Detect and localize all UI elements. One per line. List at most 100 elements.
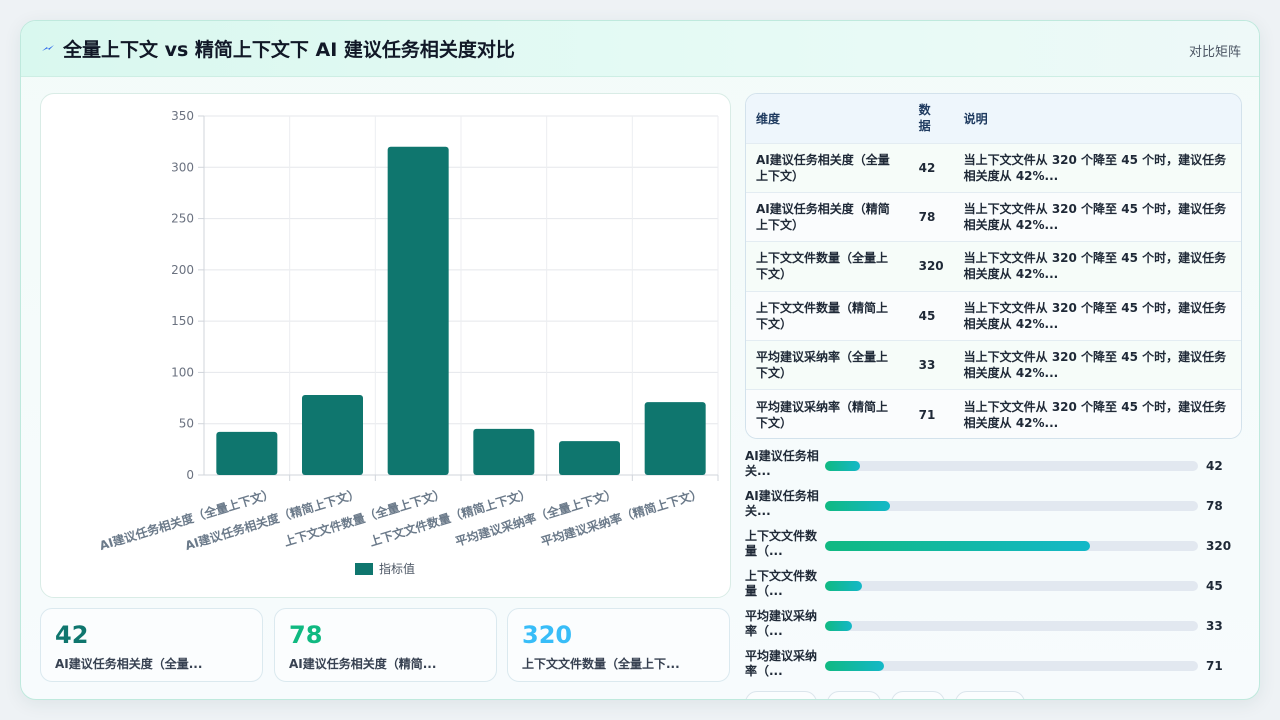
progress-row: AI建议任务相关... 42 (745, 449, 1245, 485)
progress-track (825, 501, 1198, 511)
cell-value: 78 (918, 210, 936, 225)
bar-chart: 050100150200250300350AI建议任务相关度（全量上下文）AI建… (98, 109, 719, 576)
legend-label: 指标值 (379, 561, 415, 576)
progress-row: 平均建议采纳率（... 33 (745, 609, 1245, 645)
column-header-value: 数据 (909, 94, 954, 143)
progress-row: AI建议任务相关... 78 (745, 489, 1245, 525)
stat-value: 320 (522, 621, 573, 649)
table-row: 平均建议采纳率（精简上下文） 71 当上下文文件从 320 个降至 45 个时，… (746, 389, 1241, 438)
column-header-dimension: 维度 (756, 111, 781, 126)
page-title: 全量上下文 vs 精简上下文下 AI 建议任务相关度对比 (63, 39, 515, 61)
cell-value: 71 (918, 407, 936, 422)
progress-value: 71 (1206, 659, 1223, 673)
stat-value: 78 (289, 621, 323, 649)
progress-label: AI建议任务相关... (745, 489, 819, 518)
progress-value: 320 (1206, 539, 1232, 553)
stat-label: 上下文文件数量（全量上下... (522, 657, 680, 671)
progress-value: 45 (1206, 579, 1223, 593)
bar (387, 146, 449, 475)
table-row: AI建议任务相关度（精简上下文） 78 当上下文文件从 320 个降至 45 个… (746, 192, 1241, 242)
cell-note: 当上下文文件从 320 个降至 45 个时，建议任务相关度从 42%... (963, 202, 1227, 233)
x-tick-label: 上下文文件数量（全量上下文） (282, 486, 447, 549)
progress-value: 33 (1206, 619, 1223, 633)
filter-chip[interactable] (955, 691, 1025, 699)
y-tick-label: 200 (171, 263, 194, 277)
bar (644, 402, 706, 475)
progress-label: 上下文文件数量（... (745, 569, 818, 598)
cell-value: 33 (918, 358, 936, 373)
table-row: AI建议任务相关度（全量上下文） 42 当上下文文件从 320 个降至 45 个… (746, 143, 1241, 193)
stat-card-1: 42 AI建议任务相关度（全量... (40, 608, 263, 682)
cell-dimension: AI建议任务相关度（全量上下文） (756, 152, 890, 183)
table-row: 上下文文件数量（精简上下文） 45 当上下文文件从 320 个降至 45 个时，… (746, 291, 1241, 341)
bar (559, 441, 620, 475)
lightning-icon (42, 45, 54, 51)
progress-fill (825, 581, 863, 591)
cell-dimension: AI建议任务相关度（精简上下文） (756, 202, 890, 233)
y-tick-label: 350 (171, 109, 194, 123)
progress-fill (825, 541, 1091, 551)
column-header-note: 说明 (963, 111, 988, 126)
cell-dimension: 平均建议采纳率（全量上下文） (756, 350, 889, 381)
cell-value: 45 (918, 308, 936, 323)
progress-fill (825, 461, 860, 471)
table-row: 平均建议采纳率（全量上下文） 33 当上下文文件从 320 个降至 45 个时，… (746, 340, 1241, 390)
stat-card-2: 78 AI建议任务相关度（精简... (274, 608, 497, 682)
comparison-table: 维度 数据 说明 AI建议任务相关度（全量上下文） 42 当上下文文件从 320… (745, 93, 1242, 439)
filter-chip[interactable] (745, 691, 817, 699)
cell-dimension: 上下文文件数量（精简上下文） (756, 300, 889, 331)
progress-row: 上下文文件数量（... 320 (745, 529, 1245, 565)
y-tick-label: 150 (171, 314, 194, 328)
cell-note: 当上下文文件从 320 个降至 45 个时，建议任务相关度从 42%... (963, 300, 1227, 331)
cell-dimension: 平均建议采纳率（精简上下文） (756, 399, 889, 430)
x-tick-label: 平均建议采纳率（精简上下文） (539, 486, 704, 549)
matrix-label[interactable]: 对比矩阵 (1189, 41, 1241, 60)
progress-value: 78 (1206, 499, 1223, 513)
y-tick-label: 250 (171, 212, 194, 226)
progress-label: 上下文文件数量（... (745, 529, 818, 558)
progress-fill (825, 621, 853, 631)
progress-track (825, 541, 1198, 551)
y-tick-label: 300 (171, 160, 194, 174)
stat-label: AI建议任务相关度（精简... (289, 657, 437, 671)
progress-row: 平均建议采纳率（... 71 (745, 649, 1245, 685)
column-header-value-text: 数据 (918, 103, 931, 134)
progress-label: 平均建议采纳率（... (745, 609, 818, 638)
stat-card-3: 320 上下文文件数量（全量上下... (507, 608, 730, 682)
x-tick-label: 上下文文件数量（精简上下文） (368, 486, 533, 549)
dashboard-card: 全量上下文 vs 精简上下文下 AI 建议任务相关度对比 对比矩阵 0 50 100… (20, 20, 1260, 700)
bar (302, 394, 363, 475)
bar-chart-panel: 0 50 100 150 200 250 300 350 AI建议任务相关度（全量上下文） AI建… (40, 93, 731, 598)
cell-note: 当上下文文件从 320 个降至 45 个时，建议任务相关度从 42%... (963, 152, 1227, 183)
progress-track (825, 661, 1198, 671)
stat-label: AI建议任务相关度（全量... (55, 657, 203, 671)
cell-note: 当上下文文件从 320 个降至 45 个时，建议任务相关度从 42%... (963, 399, 1227, 430)
cell-value: 320 (918, 259, 944, 274)
progress-label: 平均建议采纳率（... (745, 649, 818, 678)
progress-label: AI建议任务相关... (745, 449, 819, 478)
progress-track (825, 461, 1198, 471)
cell-note: 当上下文文件从 320 个降至 45 个时，建议任务相关度从 42%... (963, 350, 1227, 381)
progress-fill (825, 661, 884, 671)
progress-track (825, 621, 1198, 631)
filter-chip[interactable] (827, 691, 881, 699)
progress-track (825, 581, 1198, 591)
x-tick-label: 平均建议采纳率（全量上下文） (453, 486, 618, 549)
bar (216, 431, 278, 475)
y-tick-label: 100 (171, 365, 194, 379)
legend-swatch (355, 563, 373, 575)
y-tick-label: 50 (179, 417, 194, 431)
table-row: 上下文文件数量（全量上下文） 320 当上下文文件从 320 个降至 45 个时… (746, 241, 1241, 292)
bar (473, 428, 535, 475)
progress-fill (825, 501, 890, 511)
header: 全量上下文 vs 精简上下文下 AI 建议任务相关度对比 对比矩阵 (21, 21, 1259, 77)
cell-value: 42 (918, 160, 936, 175)
filter-chip[interactable] (891, 691, 945, 699)
cell-note: 当上下文文件从 320 个降至 45 个时，建议任务相关度从 42%... (963, 251, 1227, 282)
progress-row: 上下文文件数量（... 45 (745, 569, 1245, 605)
cell-dimension: 上下文文件数量（全量上下文） (756, 251, 889, 282)
progress-value: 42 (1206, 459, 1223, 473)
stat-value: 42 (55, 621, 89, 649)
table-header-row: 维度 数据 说明 (746, 94, 1241, 143)
y-tick-label: 0 (186, 468, 194, 482)
